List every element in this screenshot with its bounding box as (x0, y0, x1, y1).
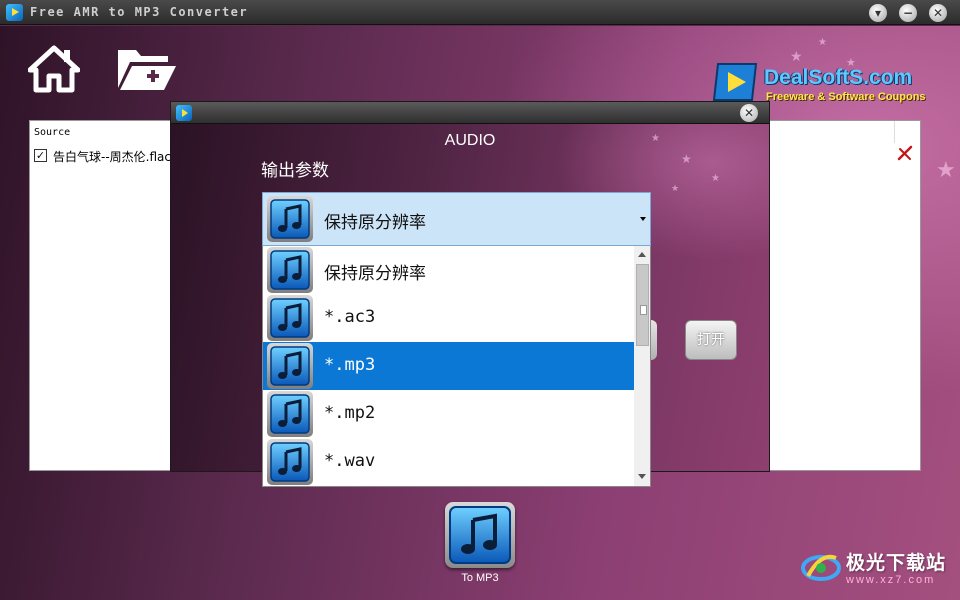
scroll-up-icon[interactable] (638, 252, 646, 257)
to-mp3-label: To MP3 (461, 572, 499, 584)
music-note-icon (267, 295, 313, 341)
format-option[interactable]: *.ac3 (263, 294, 634, 342)
music-note-icon (267, 196, 313, 242)
format-option[interactable]: *.mp2 (263, 390, 634, 438)
brand-name: DealSoftS.com (764, 66, 913, 89)
open-button[interactable]: 打开 (685, 320, 737, 360)
dialog-app-icon (176, 105, 192, 121)
file-checkbox[interactable]: ✓ (34, 149, 47, 162)
list-scrollbar[interactable] (634, 246, 650, 486)
music-note-icon (449, 506, 511, 564)
chevron-down-icon[interactable] (640, 217, 646, 221)
audio-dialog: ✕ ★ ★ ★ ★ AUDIO 输出参数 打开 保持原分辨率 保持原分辨率 *.… (170, 101, 770, 487)
add-folder-icon[interactable] (114, 44, 178, 94)
format-option-highlighted[interactable]: *.mp3 (263, 342, 634, 390)
dialog-heading: AUDIO (444, 132, 496, 149)
window-menu-button[interactable]: ▾ (869, 4, 887, 22)
star-decoration: ★ (936, 158, 956, 183)
watermark-url: www.xz7.com (846, 574, 936, 586)
format-select[interactable]: 保持原分辨率 (262, 192, 651, 246)
music-note-icon (267, 391, 313, 437)
window-title: Free AMR to MP3 Converter (30, 5, 249, 19)
file-name: 告白气球--周杰伦.flac (53, 150, 171, 164)
format-option-label: *.mp2 (324, 403, 376, 423)
brand-logo (712, 63, 758, 101)
format-option-label: *.ac3 (324, 307, 376, 327)
star-decoration: ★ (818, 37, 827, 48)
output-params-label: 输出参数 (261, 161, 329, 181)
star-decoration: ★ (711, 173, 720, 184)
select-value: 保持原分辨率 (324, 213, 426, 233)
format-option-label: *.wav (324, 451, 376, 471)
source-column-header[interactable]: Source (34, 127, 70, 138)
scroll-down-icon[interactable] (638, 474, 646, 479)
format-option[interactable]: *.wav (263, 438, 634, 486)
scroll-thumb[interactable] (636, 264, 649, 346)
title-bar: Free AMR to MP3 Converter ▾ − ✕ (0, 0, 960, 25)
dialog-title-bar[interactable]: ✕ (171, 102, 769, 124)
format-option-label: 保持原分辨率 (324, 264, 426, 284)
format-option-label: *.mp3 (324, 355, 376, 375)
close-button[interactable]: ✕ (929, 4, 947, 22)
dialog-close-button[interactable]: ✕ (740, 104, 758, 122)
brand-tagline: Freeware & Software Coupons (766, 91, 926, 103)
to-mp3-button[interactable] (445, 502, 515, 568)
delete-icon[interactable] (896, 144, 914, 162)
app-icon (6, 4, 23, 21)
minimize-button[interactable]: − (899, 4, 917, 22)
watermark-text: 极光下载站 (846, 552, 947, 574)
star-decoration: ★ (790, 49, 803, 65)
music-note-icon (267, 439, 313, 485)
music-note-icon (267, 247, 313, 293)
star-decoration: ★ (671, 184, 680, 194)
format-option[interactable]: 保持原分辨率 (263, 246, 634, 294)
star-decoration: ★ (681, 152, 692, 166)
column-divider (894, 121, 895, 143)
format-dropdown-list[interactable]: 保持原分辨率 *.ac3 *.mp3 *.mp2 *.wav (262, 246, 651, 487)
watermark-logo (801, 554, 841, 581)
home-icon[interactable] (28, 44, 80, 94)
hidden-button[interactable] (651, 320, 657, 360)
music-note-icon (267, 343, 313, 389)
